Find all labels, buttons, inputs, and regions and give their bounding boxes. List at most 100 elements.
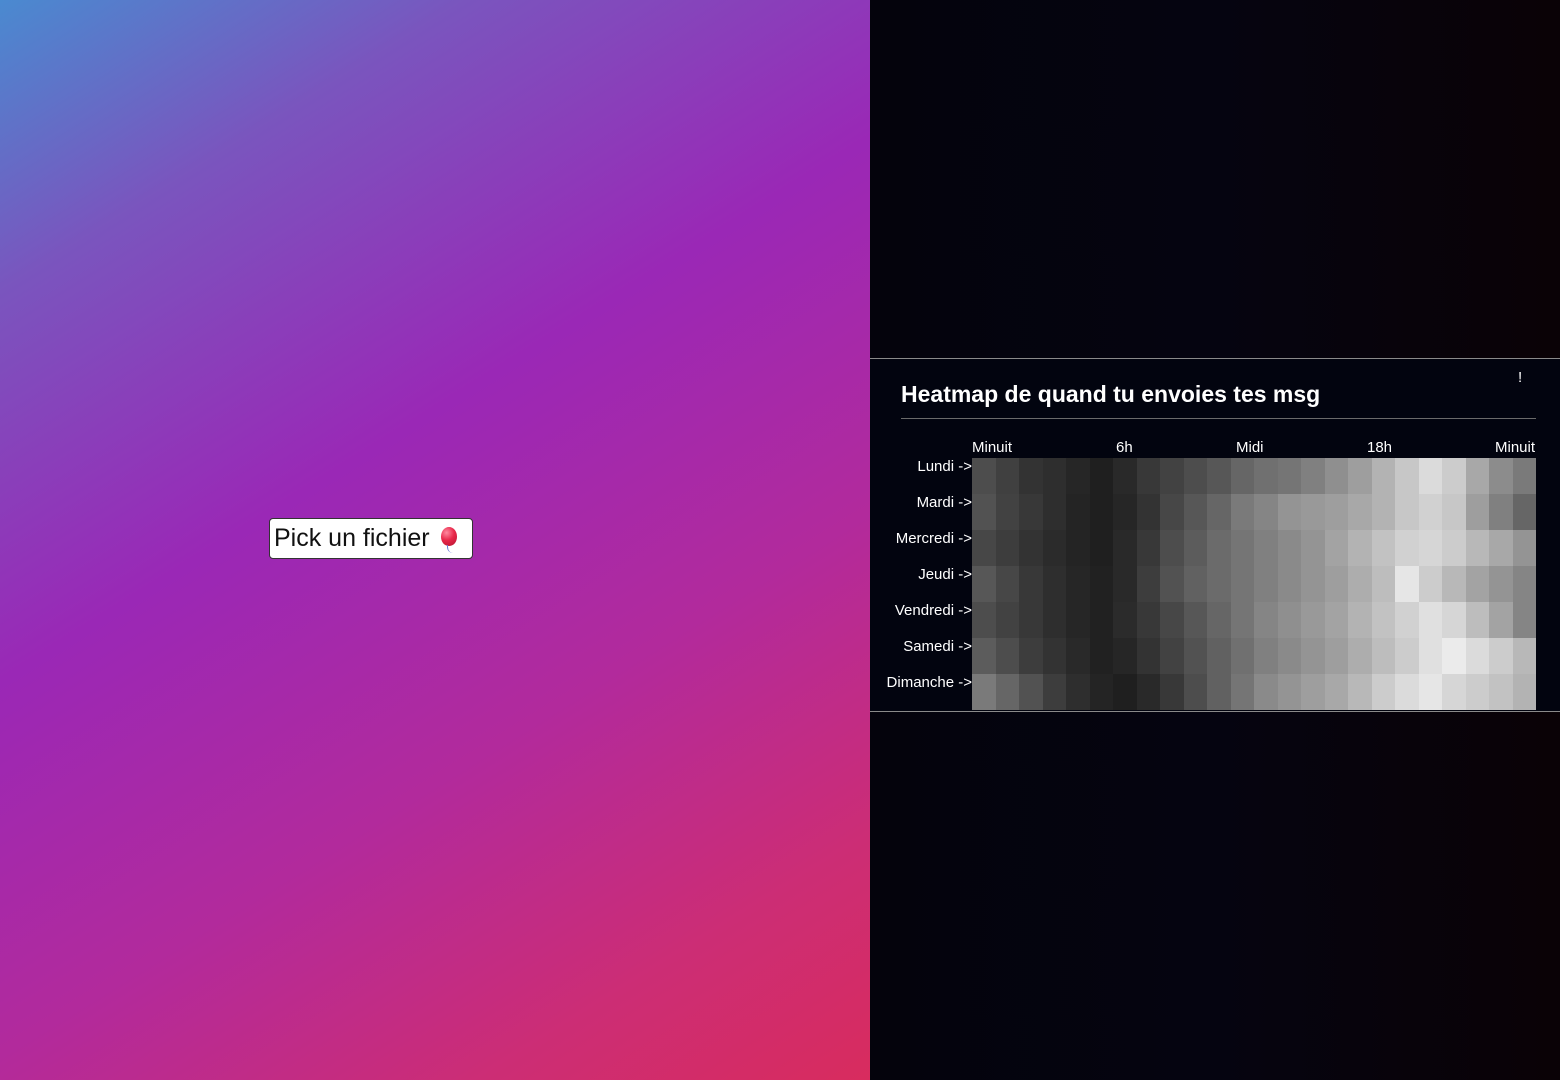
heatmap-cell — [1301, 458, 1325, 494]
results-pane: Heatmap de quand tu envoies tes msg ! Mi… — [870, 0, 1560, 1080]
heatmap-cell — [1230, 566, 1254, 602]
heatmap-cell — [1371, 638, 1395, 674]
heatmap-cell — [1254, 494, 1278, 530]
heatmap-cell — [1348, 674, 1372, 710]
heatmap-cell — [972, 458, 996, 494]
heatmap-cell — [1395, 638, 1419, 674]
heatmap-cell — [1207, 530, 1231, 566]
heatmap-cell — [1371, 674, 1395, 710]
heatmap-cell — [1489, 674, 1513, 710]
heatmap-cell — [1348, 530, 1372, 566]
heatmap-cell — [1301, 638, 1325, 674]
heatmap-cell — [1395, 458, 1419, 494]
pick-file-button[interactable]: Pick un fichier — [269, 518, 473, 559]
heatmap-cell — [1113, 602, 1137, 638]
time-label-midnight-start: Minuit — [972, 439, 1013, 456]
heatmap-cell — [1418, 674, 1442, 710]
balloon-icon — [438, 525, 460, 553]
heatmap-cell — [1160, 638, 1184, 674]
heatmap-cell — [1465, 494, 1489, 530]
heatmap-cell — [1019, 494, 1043, 530]
heatmap-cell — [1136, 494, 1160, 530]
heatmap-cell — [1418, 566, 1442, 602]
heatmap-cell — [1042, 494, 1066, 530]
time-label-6h: 6h — [1116, 439, 1133, 456]
heatmap-cell — [1019, 458, 1043, 494]
heatmap-cell — [1489, 638, 1513, 674]
heatmap-cell — [1489, 530, 1513, 566]
day-label-jeudi: Jeudi -> — [918, 566, 972, 583]
heatmap-cell — [1301, 530, 1325, 566]
heatmap-cell — [1465, 566, 1489, 602]
heatmap-cell — [1371, 566, 1395, 602]
heatmap-panel: Heatmap de quand tu envoies tes msg ! Mi… — [870, 358, 1560, 712]
heatmap-row — [972, 602, 1536, 638]
heatmap-cell — [1442, 530, 1466, 566]
heatmap-cell — [1254, 458, 1278, 494]
heatmap-cell — [1489, 458, 1513, 494]
heatmap-cell — [1042, 566, 1066, 602]
heatmap-cell — [1019, 638, 1043, 674]
heatmap-cell — [1254, 602, 1278, 638]
heatmap-cell — [1277, 494, 1301, 530]
heatmap-cell — [1066, 566, 1090, 602]
heatmap-cell — [1160, 458, 1184, 494]
heatmap-cell — [1465, 602, 1489, 638]
heatmap-cell — [972, 602, 996, 638]
heatmap-cell — [1418, 638, 1442, 674]
heatmap-cell — [1348, 458, 1372, 494]
day-label-mercredi: Mercredi -> — [895, 530, 972, 547]
heatmap-cell — [1113, 566, 1137, 602]
heatmap-cell — [1465, 458, 1489, 494]
heatmap-cell — [1042, 674, 1066, 710]
heatmap-cell — [995, 674, 1019, 710]
heatmap-cell — [1019, 674, 1043, 710]
heatmap-cell — [1066, 530, 1090, 566]
heatmap-cell — [1418, 530, 1442, 566]
heatmap-row — [972, 458, 1536, 494]
heatmap-cell — [1183, 458, 1207, 494]
heatmap-cell — [1254, 674, 1278, 710]
heatmap-cell — [1301, 566, 1325, 602]
heatmap-cell — [1301, 674, 1325, 710]
heatmap-cell — [1254, 566, 1278, 602]
heatmap-row — [972, 566, 1536, 602]
heatmap-cell — [972, 638, 996, 674]
heatmap-cell — [995, 494, 1019, 530]
heatmap-cell — [1512, 602, 1536, 638]
heatmap-cell — [1277, 530, 1301, 566]
heatmap-cell — [1136, 638, 1160, 674]
heatmap-cell — [1395, 674, 1419, 710]
heatmap-cell — [1183, 674, 1207, 710]
heatmap-cell — [1489, 602, 1513, 638]
heatmap-cell — [1136, 566, 1160, 602]
heatmap-cell — [972, 566, 996, 602]
heatmap-cell — [1512, 530, 1536, 566]
heatmap-cell — [995, 458, 1019, 494]
heatmap-cell — [995, 602, 1019, 638]
heatmap-cell — [1089, 530, 1113, 566]
heatmap-cell — [1395, 494, 1419, 530]
heatmap-cell — [1395, 602, 1419, 638]
heatmap-cell — [1230, 638, 1254, 674]
heatmap-cell — [1512, 494, 1536, 530]
day-label-samedi: Samedi -> — [903, 638, 972, 655]
heatmap-cell — [1042, 458, 1066, 494]
heatmap-cell — [1207, 494, 1231, 530]
heatmap-cell — [1183, 638, 1207, 674]
heatmap-row — [972, 638, 1536, 674]
heatmap-cell — [1160, 602, 1184, 638]
heatmap-cell — [1207, 566, 1231, 602]
day-label-mardi: Mardi -> — [916, 494, 972, 511]
heatmap-cell — [1254, 530, 1278, 566]
heatmap-cell — [1277, 566, 1301, 602]
heatmap-cell — [1089, 638, 1113, 674]
heatmap-cell — [1160, 530, 1184, 566]
heatmap-cell — [995, 638, 1019, 674]
heatmap-cell — [1136, 674, 1160, 710]
heatmap-cell — [1442, 566, 1466, 602]
heatmap-cell — [1442, 458, 1466, 494]
heatmap-cell — [1042, 602, 1066, 638]
day-label-vendredi: Vendredi -> — [894, 602, 972, 619]
heatmap-cell — [1371, 494, 1395, 530]
